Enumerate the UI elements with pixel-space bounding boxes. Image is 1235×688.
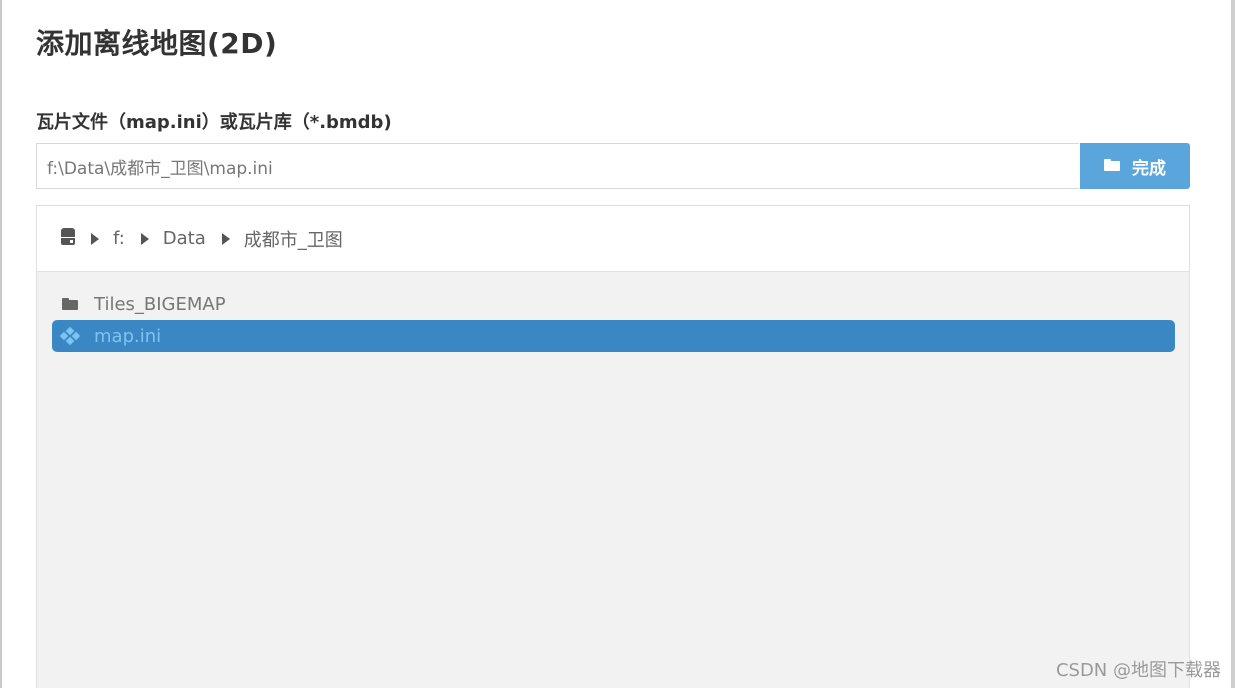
breadcrumb: f: Data 成都市_卫图 [37,206,1189,272]
breadcrumb-root[interactable] [61,228,75,245]
window-right-edge [1231,0,1235,688]
file-list: Tiles_BIGEMAP map.ini [52,288,1175,352]
list-item-label: map.ini [94,325,162,347]
breadcrumb-item-folder[interactable]: 成都市_卫图 [244,226,343,252]
list-item-selected[interactable]: map.ini [52,320,1175,352]
list-item-label: Tiles_BIGEMAP [94,293,226,315]
path-field-label: 瓦片文件（map.ini）或瓦片库（*.bmdb) [36,112,392,133]
dialog: 添加离线地图(2D) 瓦片文件（map.ini）或瓦片库（*.bmdb) 完成 … [0,0,1235,688]
watermark: CSDN @地图下载器 [1055,660,1221,681]
file-browser: f: Data 成都市_卫图 Tiles_BIGEMAP map.ini [36,205,1190,688]
breadcrumb-separator-icon [91,232,99,245]
done-button-label: 完成 [1132,158,1166,178]
path-input[interactable] [36,143,1079,189]
breadcrumb-separator-icon [221,232,230,245]
folder-icon [60,298,80,310]
breadcrumb-item-drive[interactable]: f: [113,228,125,249]
list-item[interactable]: Tiles_BIGEMAP [52,288,1175,320]
dialog-title: 添加离线地图(2D) [36,27,278,60]
breadcrumb-item-data[interactable]: Data [163,228,206,249]
done-button[interactable]: 完成 [1080,143,1190,189]
drive-icon [61,228,75,245]
breadcrumb-separator-icon [140,232,149,245]
tiles-icon [59,326,81,346]
window-left-edge [0,0,2,688]
folder-icon [1104,156,1120,176]
